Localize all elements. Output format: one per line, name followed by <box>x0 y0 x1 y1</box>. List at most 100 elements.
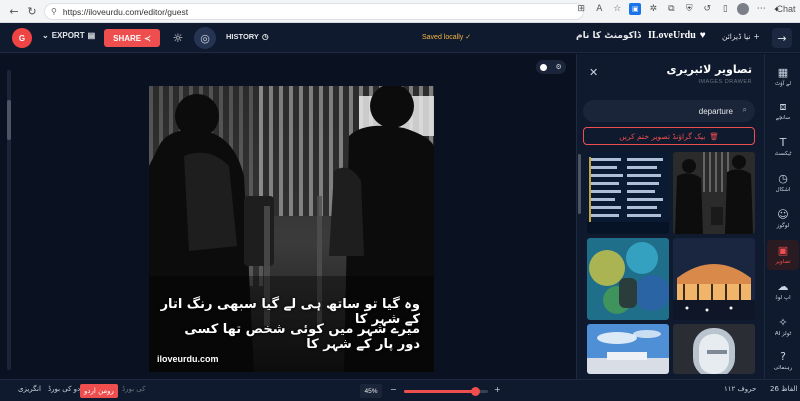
rail-item-layout[interactable]: ▦ لے آؤٹ <box>767 62 799 92</box>
text-icon: T <box>779 136 787 149</box>
panel-scrollbar[interactable] <box>578 154 581 214</box>
extension-gear-icon[interactable]: ✲ <box>647 3 659 15</box>
chevron-down-icon: ⌄ <box>42 31 49 40</box>
rail-label: سانچے <box>775 115 791 121</box>
rail-label: اپ لوڈ <box>775 295 791 301</box>
trash-icon: 🗑 <box>709 131 719 141</box>
rail-label: AI ٹولز <box>774 331 792 337</box>
document-name[interactable]: ڈاکومنٹ کا نام <box>576 31 641 41</box>
toggle-dot <box>540 63 548 71</box>
zoom-slider-thumb[interactable] <box>471 387 481 396</box>
image-thumbnail[interactable] <box>587 238 669 320</box>
rail-item-upload[interactable]: ☁ اپ لوڈ <box>767 276 799 306</box>
panel-title: تصاویر لائبریری <box>666 63 752 76</box>
image-thumbnail[interactable] <box>673 324 755 374</box>
images-icon: ▣ <box>777 244 789 257</box>
chat-label: Chat <box>776 4 796 14</box>
shield-icon[interactable]: ⛨ <box>683 3 695 15</box>
reload-icon[interactable]: ↻ <box>24 3 40 19</box>
rail-label: لوگوز <box>776 223 790 229</box>
palette-icon[interactable]: ◎ <box>194 27 216 49</box>
share-button[interactable]: SHARE ≺ <box>104 29 160 47</box>
profile-avatar[interactable] <box>737 3 750 15</box>
extension-puzzle-icon[interactable]: ⧉ <box>665 3 677 15</box>
poster-watermark[interactable]: iloveurdu.com <box>157 354 219 364</box>
image-thumbnail[interactable] <box>587 324 669 374</box>
english-keyboard-button[interactable]: انگریزی <box>18 385 41 393</box>
extension-blue-icon[interactable]: ▣ <box>629 3 642 15</box>
rail-item-text[interactable]: T ٹیکسٹ <box>767 132 799 162</box>
export-label: EXPORT <box>51 31 85 40</box>
search-icon: ⌕ <box>742 105 747 114</box>
rail-label: رہنمائی <box>773 365 793 371</box>
image-thumbnail[interactable] <box>673 238 755 320</box>
split-icon[interactable]: ▯ <box>719 3 731 15</box>
arrow-right-icon[interactable]: → <box>772 28 792 48</box>
layout-icon: ▦ <box>777 66 789 79</box>
image-thumbnail[interactable] <box>587 152 669 234</box>
check-icon: ✓ <box>465 34 472 41</box>
logos-icon: ☺ <box>777 208 789 221</box>
history-button[interactable]: HISTORY ◷ <box>226 32 268 41</box>
new-design-label: نیا ڈیزائن <box>722 32 751 41</box>
site-info-icon[interactable]: ⚲ <box>51 7 57 16</box>
help-icon: ? <box>780 350 786 363</box>
back-icon[interactable]: ← <box>6 3 22 19</box>
rail-item-ai-tools[interactable]: ✧ AI ٹولز <box>767 312 799 342</box>
image-thumbnail[interactable] <box>673 152 755 234</box>
eye-settings-icon: ⚙ <box>555 63 562 71</box>
poster-verse-line-2[interactable]: میرے شہر میں کوئی شخص تھا کسی دور پار کے… <box>160 322 420 352</box>
tools-rail: ▦ لے آؤٹ ⧈ سانچے T ٹیکسٹ ◷ اشکال ☺ لوگوز… <box>764 54 800 379</box>
rail-item-templates[interactable]: ⧈ سانچے <box>767 96 799 126</box>
app-header: G ⌄ EXPORT ▤ SHARE ≺ ☼ ◎ HISTORY ◷ Saved… <box>0 23 800 53</box>
upload-icon: ☁ <box>777 280 789 293</box>
zoom-percent[interactable]: 45% <box>360 384 382 398</box>
bookmark-star-icon[interactable]: ☆ <box>611 3 623 15</box>
rail-item-logos[interactable]: ☺ لوگوز <box>767 204 799 234</box>
keyboard-label: کی بورڈ <box>122 385 146 393</box>
image-search-input[interactable]: departure ⌕ <box>583 100 755 122</box>
zoom-out-icon[interactable]: − <box>390 385 397 394</box>
brand-logo[interactable]: ILoveUrdu ♥ <box>648 30 706 41</box>
read-icon[interactable]: A <box>593 3 605 15</box>
clock-icon: ◷ <box>261 32 269 41</box>
rail-label: ٹیکسٹ <box>774 151 792 157</box>
rail-item-shapes[interactable]: ◷ اشکال <box>767 168 799 198</box>
heart-icon: ♥ <box>699 30 706 41</box>
address-bar[interactable]: ⚲ https://iloveurdu.com/editor/guest <box>44 3 584 20</box>
search-value: departure <box>698 106 733 116</box>
saved-status: Saved locally ✓ <box>422 33 471 41</box>
zoom-in-icon[interactable]: + <box>494 385 501 394</box>
guest-avatar[interactable]: G <box>12 28 32 48</box>
departure-board-image <box>587 152 669 234</box>
design-canvas[interactable]: وہ گیا تو ساتھ ہی لے گیا سبھی رنگ اتار ک… <box>149 86 434 372</box>
rail-label: اشکال <box>775 187 791 193</box>
canvas-view-toggle[interactable]: ⚙ <box>536 60 566 74</box>
menu-dots-icon[interactable]: ⋯ <box>755 3 767 15</box>
new-design-button[interactable]: نیا ڈیزائن + <box>722 32 760 41</box>
rail-label: تصاویر <box>775 259 791 265</box>
rail-item-images[interactable]: ▣ تصاویر <box>767 240 799 270</box>
theme-toggle-sun-icon[interactable]: ☼ <box>170 30 186 46</box>
terminal-night-image <box>673 238 755 320</box>
airplane-window-image <box>673 324 755 374</box>
export-button[interactable]: ⌄ EXPORT ▤ <box>42 31 95 40</box>
canvas-scrollbar[interactable] <box>7 70 11 370</box>
status-bar: انگریزی اردو کی بورڈ رومن اردو کی بورڈ 4… <box>0 379 800 401</box>
sky-airport-image <box>587 324 669 374</box>
zoom-slider[interactable] <box>404 387 488 396</box>
plus-icon: + <box>753 32 760 41</box>
rail-item-help[interactable]: ? رہنمائی <box>767 346 799 376</box>
zoom-slider-fill <box>404 390 476 393</box>
chat-button[interactable]: ✦ Chat <box>773 3 796 15</box>
share-label: SHARE <box>113 33 142 43</box>
brand-text: ILoveUrdu <box>648 30 696 41</box>
remove-background-button[interactable]: 🗑 بیک گراؤنڈ تصویر ختم کریں <box>583 127 755 145</box>
refresh-ext-icon[interactable]: ↺ <box>701 3 713 15</box>
roman-urdu-button[interactable]: رومن اردو <box>80 384 118 398</box>
extension-icon[interactable]: ⊞ <box>575 3 587 15</box>
close-icon[interactable]: ✕ <box>589 66 598 79</box>
shapes-icon: ◷ <box>778 172 788 185</box>
images-drawer: ✕ تصاویر لائبریری IMAGES DRAWER departur… <box>576 54 764 379</box>
saved-status-text: Saved locally <box>422 34 464 41</box>
